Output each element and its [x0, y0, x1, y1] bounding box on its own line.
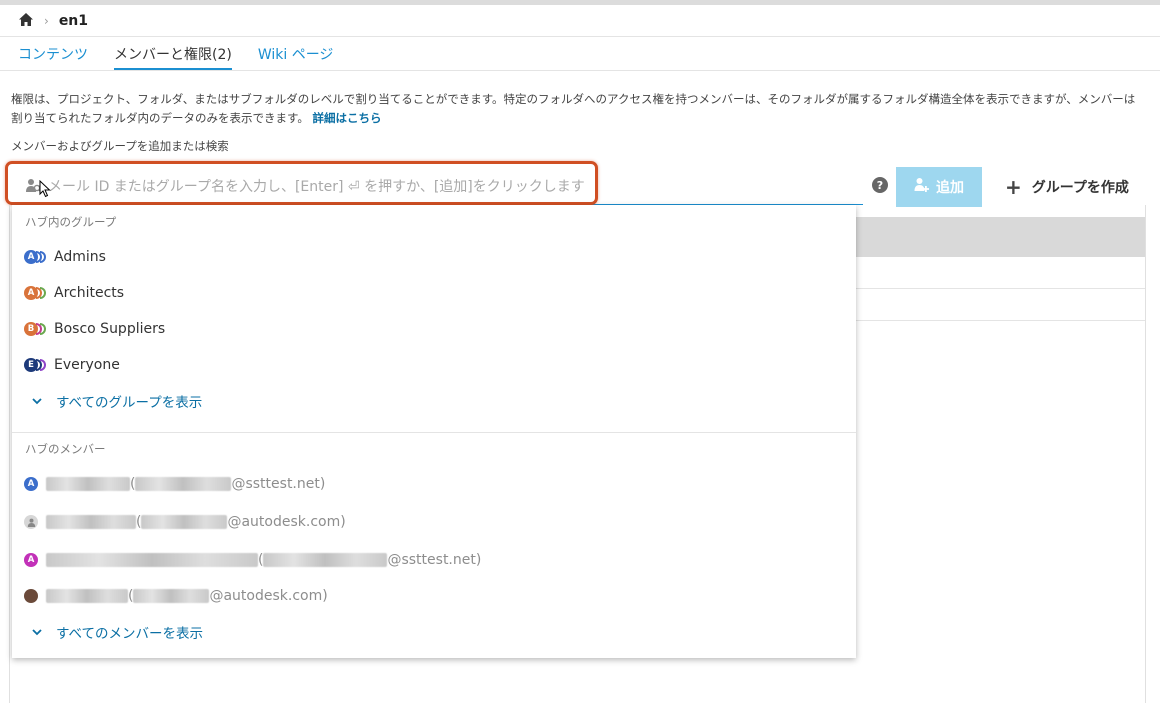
member-email-domain: @ssttest.net): [387, 552, 482, 568]
group-name: Bosco Suppliers: [54, 321, 166, 337]
top-strip: [0, 0, 1160, 5]
permission-description: 権限は、プロジェクト、フォルダ、またはサブフォルダのレベルで割り当てることができ…: [11, 90, 1141, 128]
group-icon: A: [24, 286, 46, 300]
tab-wiki[interactable]: Wiki ページ: [258, 44, 334, 70]
members-table-header: [856, 217, 1145, 257]
panel-left-border: [9, 205, 10, 703]
redacted-email: [263, 553, 388, 567]
groups-section-title: ハブ内のグループ: [25, 215, 117, 229]
member-email-domain: @ssttest.net): [231, 476, 326, 492]
learn-more-link[interactable]: 詳細はこちら: [313, 111, 382, 125]
redacted-name: [46, 553, 258, 567]
group-item-bosco-suppliers[interactable]: B Bosco Suppliers: [24, 317, 165, 341]
breadcrumb-current[interactable]: en1: [59, 13, 88, 29]
group-name: Admins: [54, 249, 106, 265]
group-item-everyone[interactable]: E Everyone: [24, 353, 120, 377]
group-icon: E: [24, 358, 46, 372]
add-button-label: 追加: [936, 180, 964, 196]
redacted-email: [141, 515, 228, 529]
member-item[interactable]: ( @autodesk.com): [24, 585, 328, 607]
search-suggestions-dropdown: ハブ内のグループ A Admins A Architects B Bosco S…: [12, 205, 856, 658]
redacted-email: [135, 477, 232, 491]
show-all-groups-label: すべてのグループを表示: [56, 395, 203, 411]
group-item-architects[interactable]: A Architects: [24, 281, 124, 305]
default-avatar-icon: [24, 515, 38, 529]
add-button[interactable]: 追加: [896, 167, 982, 207]
member-email-domain: @autodesk.com): [209, 588, 328, 604]
member-item[interactable]: A ( @ssttest.net): [24, 549, 481, 571]
dropdown-divider: [12, 432, 856, 433]
breadcrumb-separator: ›: [44, 14, 49, 28]
create-group-button[interactable]: + グループを作成: [1005, 176, 1129, 198]
member-item[interactable]: ( @autodesk.com): [24, 511, 346, 533]
redacted-name: [46, 477, 130, 491]
tabs-divider: [0, 70, 1160, 71]
group-icon: B: [24, 322, 46, 336]
redacted-name: [46, 589, 128, 603]
show-all-members-label: すべてのメンバーを表示: [56, 626, 204, 642]
tab-contents[interactable]: コンテンツ: [18, 44, 88, 70]
group-name: Architects: [54, 285, 125, 301]
tab-bar: コンテンツ メンバーと権限(2) Wiki ページ: [18, 44, 333, 70]
group-name: Everyone: [54, 357, 120, 373]
member-email-domain: @autodesk.com): [227, 514, 346, 530]
search-label: メンバーおよびグループを追加または検索: [11, 139, 229, 153]
group-icon: A: [24, 250, 46, 264]
chevron-down-icon: [32, 395, 42, 408]
table-row-divider: [856, 320, 1145, 321]
chevron-down-icon: [32, 626, 42, 639]
table-row-divider: [856, 288, 1145, 289]
search-highlight-frame: [5, 161, 598, 205]
members-section-title: ハブのメンバー: [25, 442, 106, 456]
photo-avatar: [24, 589, 38, 603]
avatar: A: [24, 553, 38, 567]
add-user-icon: [914, 177, 930, 197]
header-divider: [0, 36, 1160, 37]
show-all-members-link[interactable]: すべてのメンバーを表示: [32, 621, 203, 643]
panel-right-border: [1145, 205, 1146, 703]
help-icon[interactable]: ?: [872, 177, 888, 193]
show-all-groups-link[interactable]: すべてのグループを表示: [32, 390, 202, 412]
tab-members-permissions[interactable]: メンバーと権限(2): [114, 44, 232, 70]
description-text: 権限は、プロジェクト、フォルダ、またはサブフォルダのレベルで割り当てることができ…: [11, 92, 1136, 125]
group-item-admins[interactable]: A Admins: [24, 245, 106, 269]
breadcrumb: › en1: [18, 10, 88, 32]
redacted-email: [133, 589, 210, 603]
create-group-label: グループを作成: [1031, 180, 1129, 196]
redacted-name: [46, 515, 136, 529]
home-icon[interactable]: [18, 12, 34, 31]
plus-icon: +: [1005, 175, 1022, 199]
member-item[interactable]: A ( @ssttest.net): [24, 473, 325, 495]
avatar: A: [24, 477, 38, 491]
